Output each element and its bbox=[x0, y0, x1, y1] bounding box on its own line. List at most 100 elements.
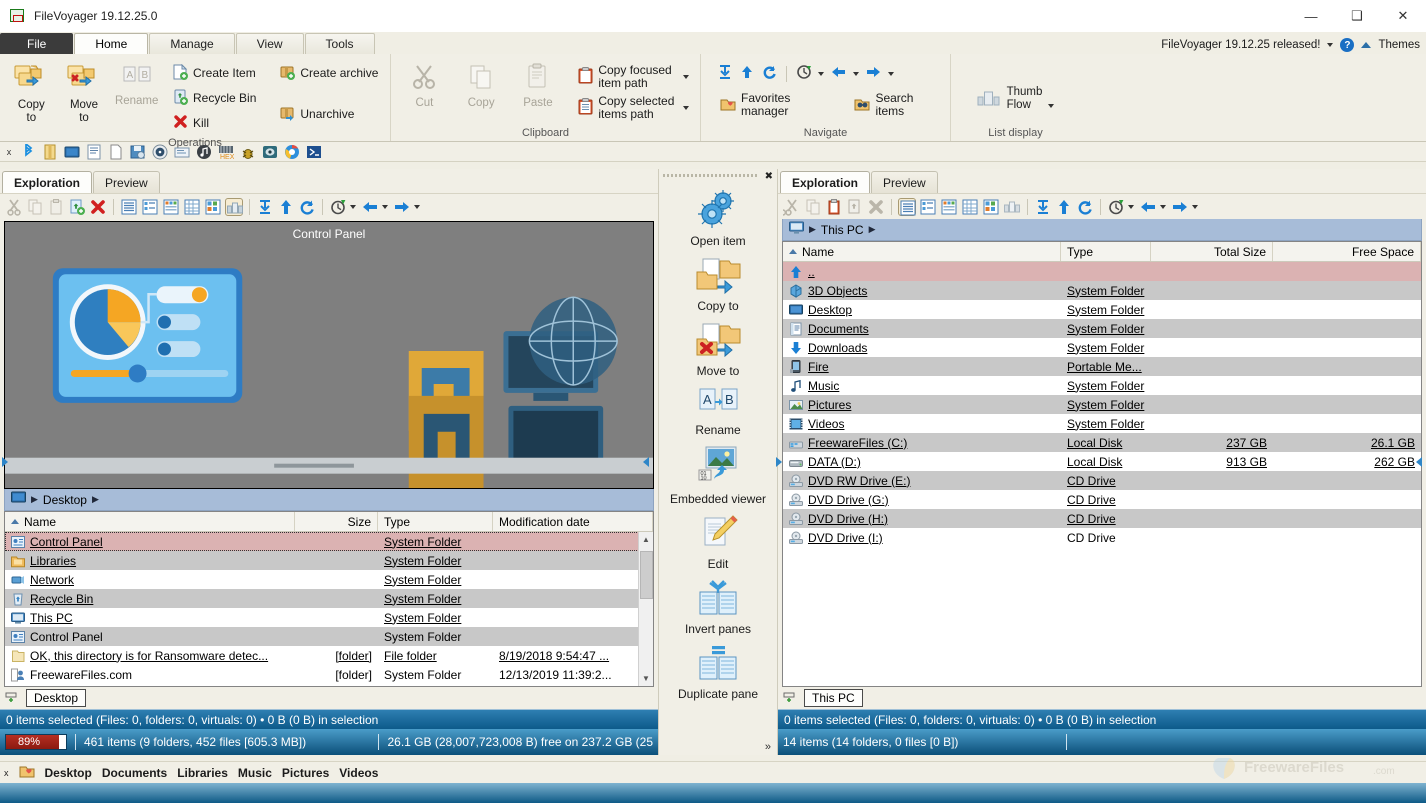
chevron-down-icon[interactable] bbox=[1192, 204, 1198, 209]
forward-icon[interactable] bbox=[865, 64, 882, 83]
paste-button[interactable]: Paste bbox=[511, 58, 566, 111]
move-to-button-center[interactable]: Move to bbox=[663, 317, 773, 380]
table-row[interactable]: Recycle Bin System Folder bbox=[5, 589, 653, 608]
tab-manage[interactable]: Manage bbox=[149, 33, 235, 54]
collapse-right-arrow-icon[interactable] bbox=[1414, 455, 1424, 469]
breadcrumb-this-pc[interactable]: This PC bbox=[821, 223, 864, 237]
chevron-down-icon[interactable] bbox=[414, 204, 420, 209]
release-announcement[interactable]: FileVoyager 19.12.25 released! bbox=[1161, 39, 1320, 51]
paste-icon[interactable] bbox=[825, 198, 843, 216]
drag-handle[interactable] bbox=[663, 174, 759, 177]
view-icons-icon[interactable] bbox=[204, 198, 222, 216]
breadcrumb-arrow-icon[interactable]: ▶ bbox=[92, 494, 99, 505]
favorite-documents[interactable]: Documents bbox=[102, 766, 167, 780]
view-details-icon[interactable] bbox=[919, 198, 937, 216]
view-grid-icon[interactable] bbox=[183, 198, 201, 216]
table-row[interactable]: DATA (D:) Local Disk 913 GB 262 GB bbox=[783, 452, 1421, 471]
refresh-icon[interactable] bbox=[761, 64, 777, 83]
music-icon[interactable] bbox=[196, 144, 212, 160]
up-icon[interactable] bbox=[739, 64, 755, 83]
left-tab-preview[interactable]: Preview bbox=[93, 171, 160, 193]
chevron-down-icon[interactable] bbox=[818, 71, 824, 76]
favorites-manager-button[interactable]: Favorites manager bbox=[715, 89, 837, 120]
table-row[interactable]: DVD Drive (H:) CD Drive bbox=[783, 509, 1421, 528]
scroll-up-icon[interactable]: ▲ bbox=[639, 532, 654, 547]
table-row[interactable]: DVD Drive (I:) CD Drive bbox=[783, 528, 1421, 547]
column-header-name[interactable]: Name bbox=[783, 242, 1061, 261]
history-icon[interactable] bbox=[796, 64, 812, 83]
collapse-left-arrow-icon[interactable] bbox=[0, 455, 10, 469]
column-header-name[interactable]: Name bbox=[5, 512, 295, 531]
table-row[interactable]: DVD RW Drive (E:) CD Drive bbox=[783, 471, 1421, 490]
open-item-button[interactable]: Open item bbox=[663, 185, 773, 250]
invert-panes-button[interactable]: Invert panes bbox=[663, 575, 773, 638]
help-icon[interactable]: ? bbox=[1340, 38, 1355, 52]
table-row[interactable]: Fire Portable Me... bbox=[783, 357, 1421, 376]
back-icon[interactable] bbox=[1139, 198, 1157, 216]
table-row[interactable]: FreewareFiles (C:) Local Disk 237 GB 26.… bbox=[783, 433, 1421, 452]
media-player-icon[interactable] bbox=[152, 144, 168, 160]
copy-icon[interactable] bbox=[804, 198, 822, 216]
view-list-icon[interactable] bbox=[898, 197, 916, 216]
column-header-moddate[interactable]: Modification date bbox=[493, 512, 653, 531]
recycle-bin-button[interactable]: Recycle Bin bbox=[168, 86, 265, 111]
themes-button[interactable]: Themes bbox=[1378, 39, 1420, 51]
browser-icon[interactable] bbox=[284, 144, 300, 160]
new-item-icon[interactable] bbox=[68, 198, 86, 216]
table-row[interactable]: 3D Objects System Folder bbox=[783, 281, 1421, 300]
table-row[interactable]: Control Panel System Folder bbox=[5, 627, 653, 646]
expand-left-arrow-icon[interactable] bbox=[641, 455, 651, 469]
chevron-down-icon[interactable] bbox=[382, 204, 388, 209]
breadcrumb-arrow-icon[interactable]: ▶ bbox=[869, 224, 876, 235]
forward-icon[interactable] bbox=[1171, 198, 1189, 216]
view-details-icon[interactable] bbox=[141, 198, 159, 216]
kill-button[interactable]: Kill bbox=[168, 111, 265, 136]
thumb-flow-button[interactable]: Thumb Flow bbox=[976, 81, 1056, 113]
forward-icon[interactable] bbox=[393, 198, 411, 216]
scroll-thumb[interactable] bbox=[639, 551, 653, 599]
copy-selected-path-button[interactable]: Copy selected items path bbox=[573, 92, 694, 123]
debug-icon[interactable] bbox=[240, 144, 256, 160]
chevron-down-icon[interactable] bbox=[1048, 104, 1055, 108]
right-tab-chip[interactable]: This PC bbox=[804, 689, 863, 707]
move-to-button[interactable]: Move to bbox=[59, 58, 110, 126]
new-item-icon[interactable] bbox=[846, 198, 864, 216]
table-row[interactable]: Downloads System Folder bbox=[783, 338, 1421, 357]
right-path-bar[interactable]: ▶ This PC ▶ bbox=[782, 219, 1422, 241]
breadcrumb-desktop[interactable]: Desktop bbox=[43, 493, 87, 507]
favorite-pictures[interactable]: Pictures bbox=[282, 766, 329, 780]
favorite-libraries[interactable]: Libraries bbox=[177, 766, 228, 780]
column-header-size[interactable]: Size bbox=[295, 512, 378, 531]
favorite-videos[interactable]: Videos bbox=[339, 766, 378, 780]
column-header-free-space[interactable]: Free Space bbox=[1273, 242, 1421, 261]
tab-home[interactable]: Home bbox=[74, 33, 149, 54]
tab-view[interactable]: View bbox=[235, 33, 304, 54]
delete-icon[interactable] bbox=[867, 198, 885, 216]
bluetooth-icon[interactable] bbox=[20, 141, 36, 160]
collapse-ribbon-icon[interactable] bbox=[1361, 42, 1372, 48]
table-row[interactable]: FreewareFiles.com [folder] System Folder… bbox=[5, 665, 653, 684]
copy-focused-path-button[interactable]: Copy focused item path bbox=[573, 61, 694, 92]
copy-icon[interactable] bbox=[26, 198, 44, 216]
table-row[interactable]: .. bbox=[783, 262, 1421, 281]
chevron-down-icon[interactable] bbox=[350, 204, 356, 209]
tab-tools[interactable]: Tools bbox=[304, 33, 375, 54]
edit-button[interactable]: Edit bbox=[663, 510, 773, 573]
view-grid-icon[interactable] bbox=[961, 198, 979, 216]
cut-button[interactable]: Cut bbox=[397, 58, 452, 111]
column-header-total-size[interactable]: Total Size bbox=[1151, 242, 1273, 261]
close-button[interactable]: ✕ bbox=[1380, 0, 1426, 32]
chevron-down-icon[interactable] bbox=[683, 74, 689, 79]
table-row[interactable]: Music System Folder bbox=[783, 376, 1421, 395]
table-row[interactable]: Desktop System Folder bbox=[783, 300, 1421, 319]
thumb-flow-icon[interactable] bbox=[225, 197, 243, 216]
right-tab-preview[interactable]: Preview bbox=[871, 171, 938, 193]
view-tiles-icon[interactable] bbox=[162, 198, 180, 216]
chevron-down-icon[interactable] bbox=[853, 71, 859, 76]
copy-button[interactable]: Copy bbox=[454, 58, 509, 111]
close-favorites-icon[interactable]: x bbox=[4, 768, 9, 778]
thumb-flow-icon[interactable] bbox=[1003, 198, 1021, 216]
column-header-type[interactable]: Type bbox=[1061, 242, 1151, 261]
add-tab-icon[interactable] bbox=[783, 691, 799, 705]
tab-file[interactable]: File bbox=[0, 33, 74, 54]
